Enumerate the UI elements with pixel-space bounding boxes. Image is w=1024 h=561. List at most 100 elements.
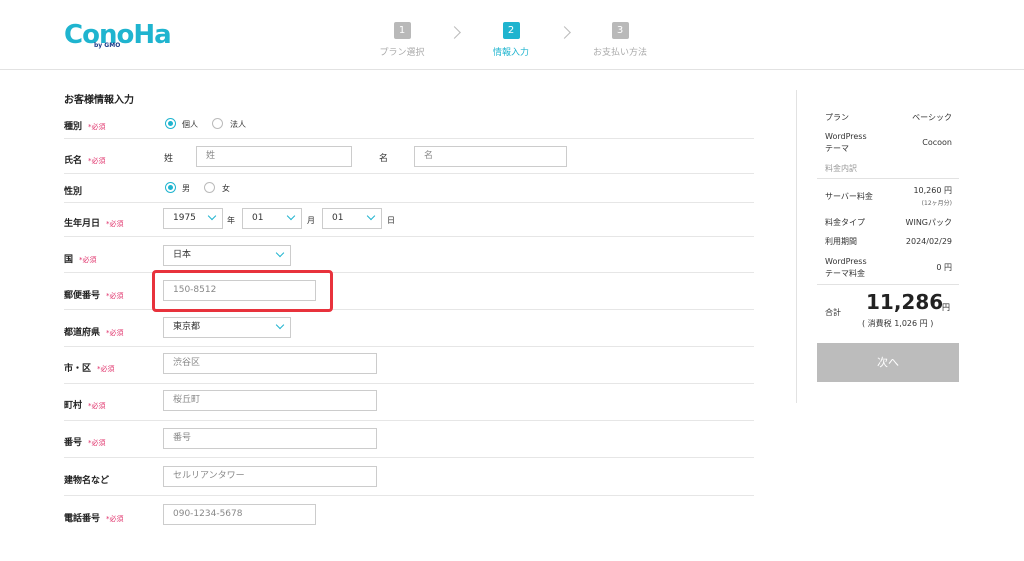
first-name-label: 名: [379, 154, 389, 164]
chevron-down-icon: [207, 211, 217, 221]
radio-individual-label: 個人: [182, 120, 198, 129]
city-input[interactable]: 渋谷区: [163, 353, 377, 374]
town-input[interactable]: 桜丘町: [163, 390, 377, 411]
day-unit: 日: [387, 216, 395, 225]
form-title: お客様情報入力: [64, 95, 134, 106]
birth-year-select[interactable]: 1975: [163, 208, 223, 229]
row-birthdate: 生年月日 *必須 1975 年 01 月 01 日: [64, 203, 754, 237]
name-label: 氏名 *必須: [64, 156, 106, 166]
summary-theme-fee: WordPress テーマ料金 0 円: [825, 256, 952, 280]
step-3-label: お支払い方法: [592, 48, 647, 58]
step-3: 3 お支払い方法: [580, 18, 660, 58]
country-value: 日本: [173, 250, 192, 260]
last-name-label: 姓: [164, 154, 174, 164]
row-gender: 性別 男 女: [64, 174, 754, 203]
radio-male[interactable]: [165, 182, 176, 193]
prefecture-label: 都道府県 *必須: [64, 328, 124, 338]
type-label: 種別 *必須: [64, 122, 106, 132]
prefecture-select[interactable]: 東京都: [163, 317, 291, 338]
last-name-input[interactable]: 姓: [196, 146, 352, 167]
row-phone: 電話番号 *必須 090-1234-5678: [64, 496, 754, 536]
server-fee-key: サーバー料金: [825, 192, 873, 201]
postal-label: 郵便番号 *必須: [64, 291, 124, 301]
birthdate-label: 生年月日 *必須: [64, 219, 124, 229]
radio-male-label: 男: [182, 184, 190, 193]
country-label: 国 *必須: [64, 255, 97, 265]
server-fee-sub: (12ヶ月分): [921, 200, 952, 207]
total-label: 合計: [825, 308, 841, 317]
row-prefecture: 都道府県 *必須 東京都: [64, 310, 754, 347]
theme-fee-key: WordPress テーマ料金: [825, 257, 867, 278]
town-label: 町村 *必須: [64, 401, 106, 411]
summary-server-fee: サーバー料金 10,260 円 (12ヶ月分): [825, 185, 952, 209]
summary-fee-type: 料金タイプ WINGパック: [825, 217, 952, 229]
summary-theme: WordPress テーマ Cocoon: [825, 131, 952, 155]
step-3-number: 3: [611, 22, 629, 39]
summary-divider: [817, 284, 959, 285]
panel-divider: [796, 90, 797, 403]
total-tax: ( 消費税 1,026 円 ): [862, 319, 934, 328]
row-type: 種別 *必須 個人 法人: [64, 108, 754, 139]
step-arrow-icon: [448, 26, 461, 39]
first-name-input[interactable]: 名: [414, 146, 567, 167]
step-2-label: 情報入力: [492, 48, 529, 58]
gender-label: 性別: [64, 187, 83, 197]
plan-value: ベーシック: [912, 113, 952, 122]
radio-corporate[interactable]: [212, 118, 223, 129]
radio-corporate-label: 法人: [230, 120, 246, 129]
building-input[interactable]: セルリアンタワー: [163, 466, 377, 487]
phone-label: 電話番号 *必須: [64, 514, 124, 524]
chevron-down-icon: [275, 320, 285, 330]
birth-day-select[interactable]: 01: [322, 208, 382, 229]
step-2-number: 2: [502, 22, 520, 39]
chevron-down-icon: [275, 248, 285, 258]
birth-month-value: 01: [252, 213, 264, 223]
phone-input[interactable]: 090-1234-5678: [163, 504, 316, 525]
breakdown-label: 料金内訳: [825, 164, 857, 173]
row-number: 番号 *必須 番号: [64, 421, 754, 458]
period-key: 利用期間: [825, 237, 857, 246]
radio-female-label: 女: [222, 184, 230, 193]
logo-sub: by GMO: [94, 42, 121, 49]
step-1-number: 1: [393, 22, 411, 39]
server-fee-value: 10,260 円: [913, 186, 952, 195]
row-building: 建物名など セルリアンタワー: [64, 458, 754, 496]
year-unit: 年: [227, 216, 235, 225]
number-label: 番号 *必須: [64, 438, 106, 448]
summary-divider: [817, 178, 959, 179]
radio-female[interactable]: [204, 182, 215, 193]
row-country: 国 *必須 日本: [64, 237, 754, 273]
step-arrow-icon: [558, 26, 571, 39]
fee-type-value: WINGパック: [905, 218, 952, 227]
country-select[interactable]: 日本: [163, 245, 291, 266]
theme-fee-value: 0 円: [936, 263, 952, 272]
step-1-label: プラン選択: [379, 48, 425, 58]
row-city: 市・区 *必須 渋谷区: [64, 347, 754, 384]
fee-type-key: 料金タイプ: [825, 218, 865, 227]
birth-year-value: 1975: [173, 213, 196, 223]
row-name: 氏名 *必須 姓 姓 名 名: [64, 139, 754, 174]
summary-period: 利用期間 2024/02/29: [825, 236, 952, 248]
theme-key: WordPress テーマ: [825, 132, 867, 153]
theme-value: Cocoon: [922, 138, 952, 147]
header: ConoHa by GMO 1 プラン選択 2 情報入力 3 お支払い方法: [0, 0, 1024, 70]
radio-individual[interactable]: [165, 118, 176, 129]
prefecture-value: 東京都: [173, 322, 201, 332]
chevron-down-icon: [366, 211, 376, 221]
row-town: 町村 *必須 桜丘町: [64, 384, 754, 421]
conoha-logo[interactable]: ConoHa by GMO: [64, 20, 172, 52]
birth-day-value: 01: [332, 213, 344, 223]
period-value: 2024/02/29: [905, 237, 952, 246]
total-yen: 円: [942, 303, 950, 312]
next-button[interactable]: 次へ: [817, 343, 959, 382]
month-unit: 月: [307, 216, 315, 225]
summary-plan: プラン ベーシック: [825, 112, 952, 124]
step-2: 2 情報入力: [471, 18, 551, 58]
birth-month-select[interactable]: 01: [242, 208, 302, 229]
plan-key: プラン: [825, 113, 849, 122]
house-number-input[interactable]: 番号: [163, 428, 377, 449]
chevron-down-icon: [286, 211, 296, 221]
postal-highlight-box: [152, 270, 333, 312]
summary-breakdown: 料金内訳: [825, 163, 952, 175]
total-amount: 11,286: [866, 290, 944, 314]
